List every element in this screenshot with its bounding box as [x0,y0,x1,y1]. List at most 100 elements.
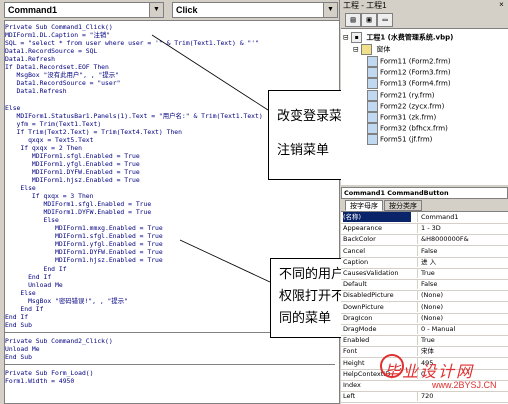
code-line: MDIForm1.StatusBar1.Panels(1).Text = "用户… [5,111,263,120]
code-line: MDIForm1.sfgl.Enabled = True [5,232,163,241]
collapse-icon: ⊟ [343,33,349,42]
property-value[interactable]: 进 入 [417,256,508,267]
property-row[interactable]: Index [341,380,508,392]
code-line: Else [5,288,36,297]
code-line: SQL = "select * from user where user = '… [5,39,259,48]
property-name: Cancel [343,246,366,255]
object-dropdown[interactable]: Command1 ▼ [4,2,164,18]
property-row[interactable]: Height 495 [341,357,508,370]
form-icon [367,112,378,123]
code-line: Data1.RecordSource = "user" [5,79,121,88]
property-value[interactable]: 495 [417,357,508,368]
property-name: Left [343,392,356,401]
property-value[interactable]: False [417,245,508,256]
project-title-bar: 工程 - 工程1 × [341,0,508,11]
property-name: Font [343,347,358,356]
folder-icon [361,44,373,55]
code-line: If qxqx = 3 Then [5,192,94,201]
form-icon [367,78,378,90]
tab-alphabetic[interactable]: 按字母序 [345,200,383,211]
code-line: yfm = Trim(Text1.Text) [5,119,102,128]
property-value[interactable]: 1 - 3D [417,223,508,234]
close-icon[interactable]: × [497,0,506,9]
property-row[interactable]: Font 宋体 [341,346,508,359]
callout-line: 注销菜单 [277,143,330,158]
property-name: CausesValidation [343,269,399,277]
property-value[interactable]: (None) [417,301,508,312]
code-text-area[interactable]: Private Sub Command1_Click() MDIForm1.DL.… [4,20,340,404]
property-row[interactable]: CausesValidation True [341,268,508,280]
property-value[interactable]: 720 [417,391,508,402]
property-value[interactable]: True [417,335,508,346]
property-name: Default [343,280,367,289]
code-line: MDIForm1.hjsz.Enabled = True [5,256,163,265]
form-tree-label: Form51 (jf.frm) [380,135,433,144]
property-row[interactable]: HelpContextID 0 [341,368,508,381]
property-name: Appearance [343,224,383,233]
toggle-folders-icon[interactable]: ▭ [377,13,393,27]
property-row[interactable]: Default False [341,279,508,292]
form-icon [367,123,378,135]
code-line: Else [5,103,21,112]
form-tree-item[interactable]: Form22 (zycx.frm) [367,100,445,112]
property-row[interactable]: Appearance 1 - 3D [341,223,508,236]
property-value[interactable]: Command1 [417,212,508,222]
property-row[interactable]: Enabled True [341,335,508,348]
form-tree-label: Form32 (bfhcx.frm) [380,124,448,133]
property-value[interactable]: (None) [417,312,508,323]
property-row[interactable]: Caption 进 入 [341,256,508,269]
code-line: End If [5,264,67,273]
view-object-icon[interactable]: ▣ [361,13,377,27]
form-tree-label: Form22 (zycx.frm) [380,102,445,111]
property-row[interactable]: DragIcon (None) [341,312,508,325]
chevron-down-icon[interactable]: ▼ [149,3,163,17]
code-line: MDIForm1.sfgl.Enabled = True [5,200,152,209]
code-line: MDIForm1.DYFW.Enabled = True [5,167,140,176]
code-line: Data1.Refresh [5,87,67,96]
code-line: Else [5,184,36,192]
property-row[interactable]: Left 720 [341,391,508,404]
code-line: MDIForm1.yfgl.Enabled = True [5,159,140,168]
form-tree-item[interactable]: Form32 (bfhcx.frm) [367,123,448,135]
procedure-dropdown[interactable]: Click ▼ [172,2,338,18]
form-tree-label: Form11 (Form2.frm) [380,57,451,66]
property-row[interactable]: DisabledPicture (None) [341,290,508,303]
code-line: Form1.Width = 4950 [5,377,75,386]
property-row[interactable]: (名称) Command1 [341,212,508,224]
property-row[interactable]: Cancel False [341,245,508,258]
code-line: End If [5,272,52,281]
callout-line: 同的菜单 [279,311,332,326]
code-line: MDIForm1.DYFW.Enabled = True [5,208,152,217]
chevron-down-icon[interactable]: ▼ [323,3,337,17]
form-tree-item[interactable]: Form51 (jf.frm) [367,134,433,146]
form-tree-label: Form12 (Form3.frm) [380,68,451,77]
property-row[interactable]: DownPicture (None) [341,301,508,314]
properties-object-select[interactable]: Command1 CommandButton [341,187,508,199]
form-tree-item[interactable]: Form12 (Form3.frm) [367,67,451,79]
property-value[interactable]: 0 - Manual [417,324,508,334]
property-value[interactable]: True [417,268,508,278]
code-line: MsgBox "没有此用户", , "提示" [5,71,119,80]
code-line: Unload Me [5,345,40,353]
property-name: DisabledPicture [343,291,394,300]
property-name: HelpContextID [343,369,391,378]
property-value[interactable]: 宋体 [417,346,508,357]
code-line: End If [5,304,44,313]
property-row[interactable]: BackColor &H8000000F& [341,234,508,247]
form-icon [367,67,378,79]
form-tree-item[interactable]: Form11 (Form2.frm) [367,56,451,67]
project-root-item[interactable]: ⊟ ▪ 工程1 (水费管理系统.vbp) [343,32,453,43]
property-value[interactable]: &H8000000F& [417,234,508,245]
code-line: Private Sub Form_Load() [5,369,94,378]
property-value[interactable]: False [417,279,508,290]
forms-folder-item[interactable]: ⊟ 窗体 [353,44,390,55]
view-code-icon[interactable]: ▤ [345,13,361,27]
form-icon [367,89,378,101]
property-value[interactable]: (None) [417,290,508,301]
property-row[interactable]: DragMode 0 - Manual [341,324,508,336]
form-tree-item[interactable]: Form13 (Form4.frm) [367,78,451,90]
property-value[interactable]: 0 [417,368,508,379]
form-tree-item[interactable]: Form31 (zk.frm) [367,112,436,123]
form-tree-item[interactable]: Form21 (ry.frm) [367,89,435,101]
tab-categorized[interactable]: 按分类序 [384,200,422,211]
